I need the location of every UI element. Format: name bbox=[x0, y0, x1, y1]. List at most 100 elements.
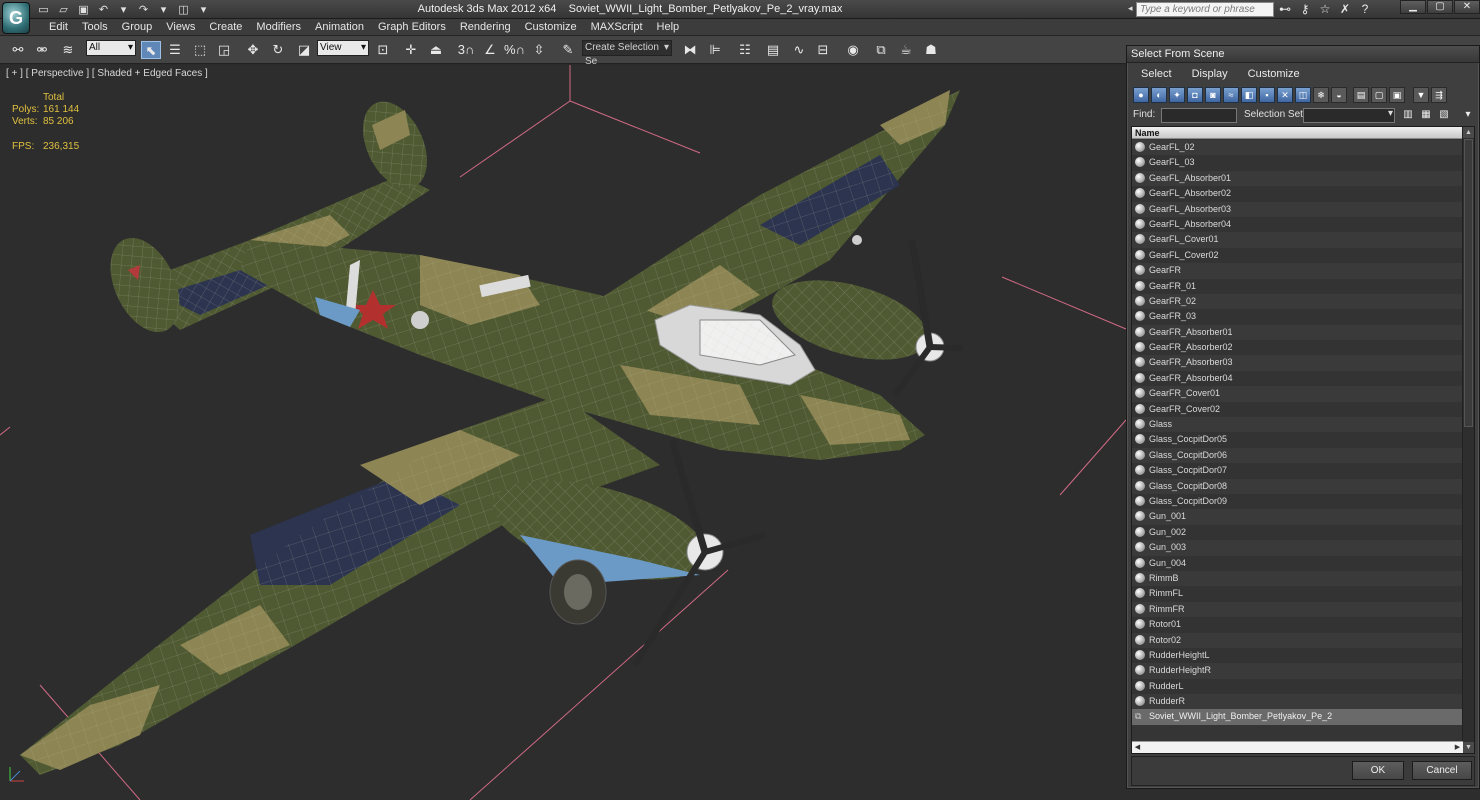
snaps-toggle-icon[interactable]: 3∩ bbox=[456, 41, 476, 59]
scene-object-list[interactable]: Name GearFL_02 GearFL_03 GearFL_Absorber01… bbox=[1131, 126, 1475, 754]
list-item[interactable]: GearFR_Absorber01 bbox=[1132, 324, 1463, 341]
list-item[interactable]: Gun_003 bbox=[1132, 540, 1463, 556]
display-space-warps-icon[interactable]: ≈ bbox=[1223, 87, 1239, 103]
selection-filter-dropdown[interactable]: All bbox=[86, 40, 136, 56]
infocenter-search-input[interactable]: Type a keyword or phrase bbox=[1136, 2, 1274, 17]
list-item[interactable]: Rotor02 bbox=[1132, 632, 1463, 648]
select-and-move-icon[interactable]: ✥ bbox=[243, 41, 263, 59]
display-invert-icon[interactable]: ▣ bbox=[1389, 87, 1405, 103]
list-item[interactable]: GearFL_Absorber01 bbox=[1132, 170, 1463, 187]
select-and-manipulate-icon[interactable]: ✛ bbox=[401, 41, 421, 59]
minimize-button[interactable]: ▁ bbox=[1400, 0, 1426, 14]
list-item[interactable]: GearFL_Absorber02 bbox=[1132, 186, 1463, 202]
reference-coordinate-dropdown[interactable]: View bbox=[317, 40, 369, 56]
close-window-button[interactable]: ✕ bbox=[1454, 0, 1480, 14]
rectangular-selection-region-icon[interactable]: ⬚ bbox=[190, 41, 210, 59]
menu-tools[interactable]: Tools bbox=[75, 20, 115, 35]
select-and-rotate-icon[interactable]: ↻ bbox=[268, 41, 288, 59]
list-item[interactable]: Gun_002 bbox=[1132, 524, 1463, 541]
list-item[interactable]: RudderL bbox=[1132, 678, 1463, 695]
filter-icon[interactable]: ▼ bbox=[1413, 87, 1429, 103]
find-options-dropdown-icon[interactable]: ▾ bbox=[1461, 108, 1475, 122]
display-groups-icon[interactable]: ◧ bbox=[1241, 87, 1257, 103]
select-by-name-icon[interactable]: ☰ bbox=[165, 41, 185, 59]
list-item[interactable]: Glass_CocpitDor06 bbox=[1132, 447, 1463, 464]
graphite-toolbox-icon[interactable]: ▤ bbox=[763, 41, 783, 59]
select-object-icon[interactable]: ⬉ bbox=[141, 41, 161, 59]
render-production-icon[interactable]: ☗ bbox=[921, 41, 941, 59]
schematic-view-icon[interactable]: ⊟ bbox=[813, 41, 833, 59]
display-none-icon[interactable]: ▢ bbox=[1371, 87, 1387, 103]
list-item[interactable]: GearFR_Absorber03 bbox=[1132, 355, 1463, 371]
list-vertical-scrollbar[interactable]: ▲ ▼ bbox=[1462, 127, 1474, 753]
list-item[interactable]: GearFR_Cover01 bbox=[1132, 386, 1463, 402]
display-cameras-icon[interactable]: ◘ bbox=[1187, 87, 1203, 103]
list-item[interactable]: RimmFL bbox=[1132, 586, 1463, 602]
find-input[interactable] bbox=[1161, 108, 1237, 123]
menu-graph-editors[interactable]: Graph Editors bbox=[371, 20, 453, 35]
menu-create[interactable]: Create bbox=[202, 20, 249, 35]
display-all-icon[interactable]: ▤ bbox=[1353, 87, 1369, 103]
list-item[interactable]: Rotor01 bbox=[1132, 617, 1463, 633]
percent-snap-icon[interactable]: %∩ bbox=[504, 41, 525, 59]
help-icon[interactable]: ? bbox=[1358, 1, 1372, 17]
load-selection-set-icon[interactable]: ▦ bbox=[1419, 108, 1433, 122]
menu-customize[interactable]: Customize bbox=[518, 20, 584, 35]
select-and-scale-icon[interactable]: ◪ bbox=[294, 41, 314, 59]
curve-editor-icon[interactable]: ∿ bbox=[789, 41, 809, 59]
list-item[interactable]: RimmB bbox=[1132, 570, 1463, 587]
bind-to-space-warp-icon[interactable]: ≋ bbox=[58, 41, 78, 59]
selection-set-dropdown[interactable] bbox=[1303, 108, 1395, 123]
material-editor-icon[interactable]: ◉ bbox=[843, 41, 863, 59]
select-and-link-icon[interactable]: ⚯ bbox=[8, 41, 28, 59]
list-item[interactable]: RimmFR bbox=[1132, 601, 1463, 618]
list-item[interactable]: GearFL_Absorber04 bbox=[1132, 216, 1463, 233]
scroll-up-icon[interactable]: ▲ bbox=[1463, 127, 1474, 138]
list-item[interactable]: GearFL_Absorber03 bbox=[1132, 201, 1463, 217]
menu-animation[interactable]: Animation bbox=[308, 20, 371, 35]
align-icon[interactable]: ⊫ bbox=[705, 41, 725, 59]
display-helpers-icon[interactable]: ◙ bbox=[1205, 87, 1221, 103]
list-item[interactable]: Gun_001 bbox=[1132, 509, 1463, 525]
menu-help[interactable]: Help bbox=[650, 20, 687, 35]
list-item[interactable]: GearFR_01 bbox=[1132, 278, 1463, 294]
display-hidden-icon[interactable]: ◒ bbox=[1331, 87, 1347, 103]
menu-rendering[interactable]: Rendering bbox=[453, 20, 518, 35]
display-containers-icon[interactable]: ◫ bbox=[1295, 87, 1311, 103]
menu-maxscript[interactable]: MAXScript bbox=[584, 20, 650, 35]
menu-group[interactable]: Group bbox=[115, 20, 160, 35]
list-item[interactable]: RudderHeightR bbox=[1132, 663, 1463, 679]
list-item[interactable]: GearFR_Absorber02 bbox=[1132, 340, 1463, 356]
display-shapes-icon[interactable]: ◐ bbox=[1151, 87, 1167, 103]
display-frozen-icon[interactable]: ❄ bbox=[1313, 87, 1329, 103]
dialog-menu-select[interactable]: Select bbox=[1131, 65, 1182, 84]
list-item[interactable]: Gun_004 bbox=[1132, 555, 1463, 571]
maximize-button[interactable]: ▢ bbox=[1427, 0, 1453, 14]
display-geometry-icon[interactable]: ● bbox=[1133, 87, 1149, 103]
list-item[interactable]: GearFR bbox=[1132, 263, 1463, 279]
menu-edit[interactable]: Edit bbox=[42, 20, 75, 35]
key-icon[interactable]: ⚷ bbox=[1298, 1, 1312, 17]
list-horizontal-scrollbar[interactable]: ◀ ▶ bbox=[1132, 741, 1463, 753]
list-item[interactable]: Glass_CocpitDor07 bbox=[1132, 463, 1463, 479]
scroll-down-icon[interactable]: ▼ bbox=[1463, 742, 1474, 753]
list-item[interactable]: GearFR_Absorber04 bbox=[1132, 370, 1463, 387]
named-selection-sets-dropdown[interactable]: Create Selection Se bbox=[582, 40, 672, 67]
list-item[interactable]: RudderHeightL bbox=[1132, 647, 1463, 664]
menu-modifiers[interactable]: Modifiers bbox=[249, 20, 308, 35]
name-column-header[interactable]: Name bbox=[1132, 127, 1463, 139]
list-item-group[interactable]: ⧉ Soviet_WWII_Light_Bomber_Petlyakov_Pe_2 bbox=[1132, 709, 1463, 725]
display-xrefs-icon[interactable]: ▪ bbox=[1259, 87, 1275, 103]
cancel-button[interactable]: Cancel bbox=[1412, 761, 1472, 780]
list-item[interactable]: Glass_CocpitDor09 bbox=[1132, 493, 1463, 510]
list-item[interactable]: GearFL_02 bbox=[1132, 140, 1463, 156]
keyboard-shortcut-override-icon[interactable]: ⏏ bbox=[426, 41, 446, 59]
favorites-star-icon[interactable]: ☆ bbox=[1318, 1, 1332, 17]
list-item[interactable]: GearFL_Cover01 bbox=[1132, 232, 1463, 248]
remove-selection-set-icon[interactable]: ▧ bbox=[1437, 108, 1451, 122]
list-item[interactable]: GearFR_Cover02 bbox=[1132, 401, 1463, 418]
scroll-left-icon[interactable]: ◀ bbox=[1132, 742, 1143, 753]
menu-views[interactable]: Views bbox=[159, 20, 202, 35]
dialog-menu-display[interactable]: Display bbox=[1182, 65, 1238, 84]
binoculars-icon[interactable]: ⊷ bbox=[1278, 1, 1292, 17]
